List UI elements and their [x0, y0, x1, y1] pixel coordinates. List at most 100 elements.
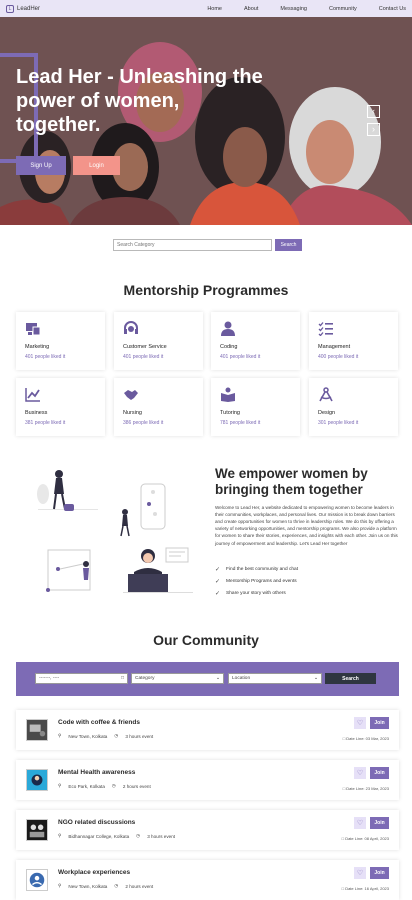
program-card-coding[interactable]: Coding 401 people liked it — [211, 312, 300, 370]
location-pin-icon: ⚲ — [58, 783, 62, 788]
program-card-customer-service[interactable]: Customer Service 401 people liked it — [114, 312, 203, 370]
community-filter-bar: -------, ---- □ Category ⌄ Location ⌄ Se… — [16, 662, 399, 696]
event-duration: 2 hours event — [122, 783, 151, 789]
feature-item: ✓ Mentorship Programs and events — [215, 575, 298, 587]
event-title[interactable]: Workplace experiences — [58, 869, 130, 876]
book-icon — [221, 387, 235, 402]
category-search-button[interactable]: Search — [275, 239, 302, 251]
clock-icon: ◷ — [114, 733, 119, 738]
empower-description: Welcome to Lead Her, a website dedicated… — [215, 505, 398, 546]
hero-title-line-2: power of women, — [16, 90, 180, 112]
nav-contact[interactable]: Contact Us — [379, 6, 406, 12]
event-duration: 3 hours event — [125, 733, 154, 739]
favorite-button[interactable]: ♡ — [354, 817, 366, 829]
check-icon: ✓ — [215, 578, 221, 585]
event-location: New Town, Kolkata — [68, 733, 108, 739]
chart-icon — [25, 388, 40, 402]
user-icon — [221, 321, 235, 336]
join-button[interactable]: Join — [370, 767, 389, 779]
event-title[interactable]: NGO related discussions — [58, 819, 135, 826]
nav-about[interactable]: About — [244, 6, 258, 12]
check-icon: ✓ — [215, 590, 221, 597]
event-title[interactable]: Mental Health awareness — [58, 769, 135, 776]
card-name: Coding — [220, 344, 238, 350]
card-likes: 401 people liked it — [25, 354, 66, 360]
card-name: Design — [318, 410, 336, 416]
heart-icon: ♡ — [356, 820, 364, 827]
event-meta: ⚲ Bidhannagar College, Kolkata ◷ 3 hours e… — [58, 833, 175, 839]
event-duration: 3 hours event — [147, 833, 176, 839]
program-card-business[interactable]: Business 381 people liked it — [16, 378, 105, 436]
event-meta: ⚲ Eco Park, Kolkata ◷ 2 hours event — [58, 783, 151, 789]
feature-item: ✓ Find the best community and chat — [215, 563, 298, 575]
event-date: □ Date Line: 03 Mar, 2023 — [343, 736, 389, 741]
event-thumbnail — [26, 869, 48, 891]
event-date-text: Date Line: 16 April, 2023 — [345, 886, 389, 891]
favorite-button[interactable]: ♡ — [354, 867, 366, 879]
chevron-left-icon: ‹ — [372, 106, 375, 116]
calendar-icon: □ — [121, 676, 124, 681]
event-thumbnail — [26, 719, 48, 741]
program-card-marketing[interactable]: Marketing 401 people liked it — [16, 312, 105, 370]
check-icon: ✓ — [215, 566, 221, 573]
program-card-management[interactable]: Management 400 people liked it — [309, 312, 398, 370]
location-pin-icon: ⚲ — [58, 733, 62, 738]
card-name: Marketing — [25, 344, 50, 350]
chevron-down-icon: ⌄ — [313, 676, 318, 681]
card-name: Nursing — [123, 410, 142, 416]
feature-item: ✓ Share your story with others — [215, 587, 298, 599]
event-thumbnail — [26, 769, 48, 791]
location-select[interactable]: Location ⌄ — [228, 673, 322, 684]
nav-community[interactable]: Community — [329, 6, 357, 12]
location-pin-icon: ⚲ — [58, 883, 62, 888]
carousel-prev-button[interactable]: ‹ — [367, 105, 380, 118]
favorite-button[interactable]: ♡ — [354, 717, 366, 729]
program-card-tutoring[interactable]: Tutoring 781 people liked it — [211, 378, 300, 436]
join-button[interactable]: Join — [370, 867, 389, 879]
login-button[interactable]: Login — [73, 156, 120, 175]
handshake-icon — [124, 390, 138, 400]
mentorship-title: Mentorship Programmes — [123, 282, 289, 298]
chevron-right-icon: › — [372, 124, 375, 134]
design-icon — [319, 387, 333, 402]
carousel-next-button[interactable]: › — [367, 123, 380, 136]
hero-title-line-3: together. — [16, 114, 101, 136]
category-search: Search — [113, 239, 302, 251]
feature-text: Share your story with others — [226, 590, 286, 596]
chevron-down-icon: ⌄ — [215, 676, 220, 681]
feature-text: Find the best community and chat — [226, 566, 299, 572]
card-name: Tutoring — [220, 410, 240, 416]
nav-links: Home About Messaging Community Contact U… — [185, 6, 406, 12]
join-button[interactable]: Join — [370, 717, 389, 729]
event-title[interactable]: Code with coffee & friends — [58, 719, 140, 726]
event-date: □ Date Line: 16 April, 2023 — [342, 886, 389, 891]
card-likes: 386 people liked it — [123, 420, 164, 426]
category-select[interactable]: Category ⌄ — [131, 673, 224, 684]
program-card-nursing[interactable]: Nursing 386 people liked it — [114, 378, 203, 436]
clock-icon: ◷ — [136, 833, 141, 838]
empower-title: We empower women by bringing them togeth… — [215, 466, 405, 498]
category-search-input[interactable] — [113, 239, 272, 251]
event-meta: ⚲ New Town, Kolkata ◷ 2 hours event — [58, 883, 153, 889]
program-card-design[interactable]: Design 301 people liked it — [309, 378, 398, 436]
favorite-button[interactable]: ♡ — [354, 767, 366, 779]
card-likes: 400 people liked it — [318, 354, 359, 360]
hero-title-line-1: Lead Her - Unleashing the — [16, 66, 263, 88]
clock-icon: ◷ — [114, 883, 119, 888]
date-input[interactable]: -------, ---- □ — [35, 673, 128, 684]
join-button[interactable]: Join — [370, 817, 389, 829]
event-location: Bidhannagar College, Kolkata — [68, 833, 130, 839]
event-card: Mental Health awareness ⚲ Eco Park, Kolka… — [16, 760, 399, 800]
nav-messaging[interactable]: Messaging — [280, 6, 307, 12]
heart-icon: ♡ — [356, 720, 364, 727]
signup-button[interactable]: Sign Up — [16, 156, 66, 175]
heart-icon: ♡ — [356, 870, 364, 877]
community-search-button[interactable]: Search — [325, 673, 376, 684]
card-likes: 401 people liked it — [220, 354, 261, 360]
event-duration: 2 hours event — [125, 883, 154, 889]
event-card: NGO related discussions ⚲ Bidhannagar Col… — [16, 810, 399, 850]
brand-logo[interactable]: L LeadHer — [6, 4, 40, 13]
location-pin-icon: ⚲ — [58, 833, 62, 838]
nav-home[interactable]: Home — [207, 6, 222, 12]
date-value: -------, ---- — [39, 676, 60, 681]
